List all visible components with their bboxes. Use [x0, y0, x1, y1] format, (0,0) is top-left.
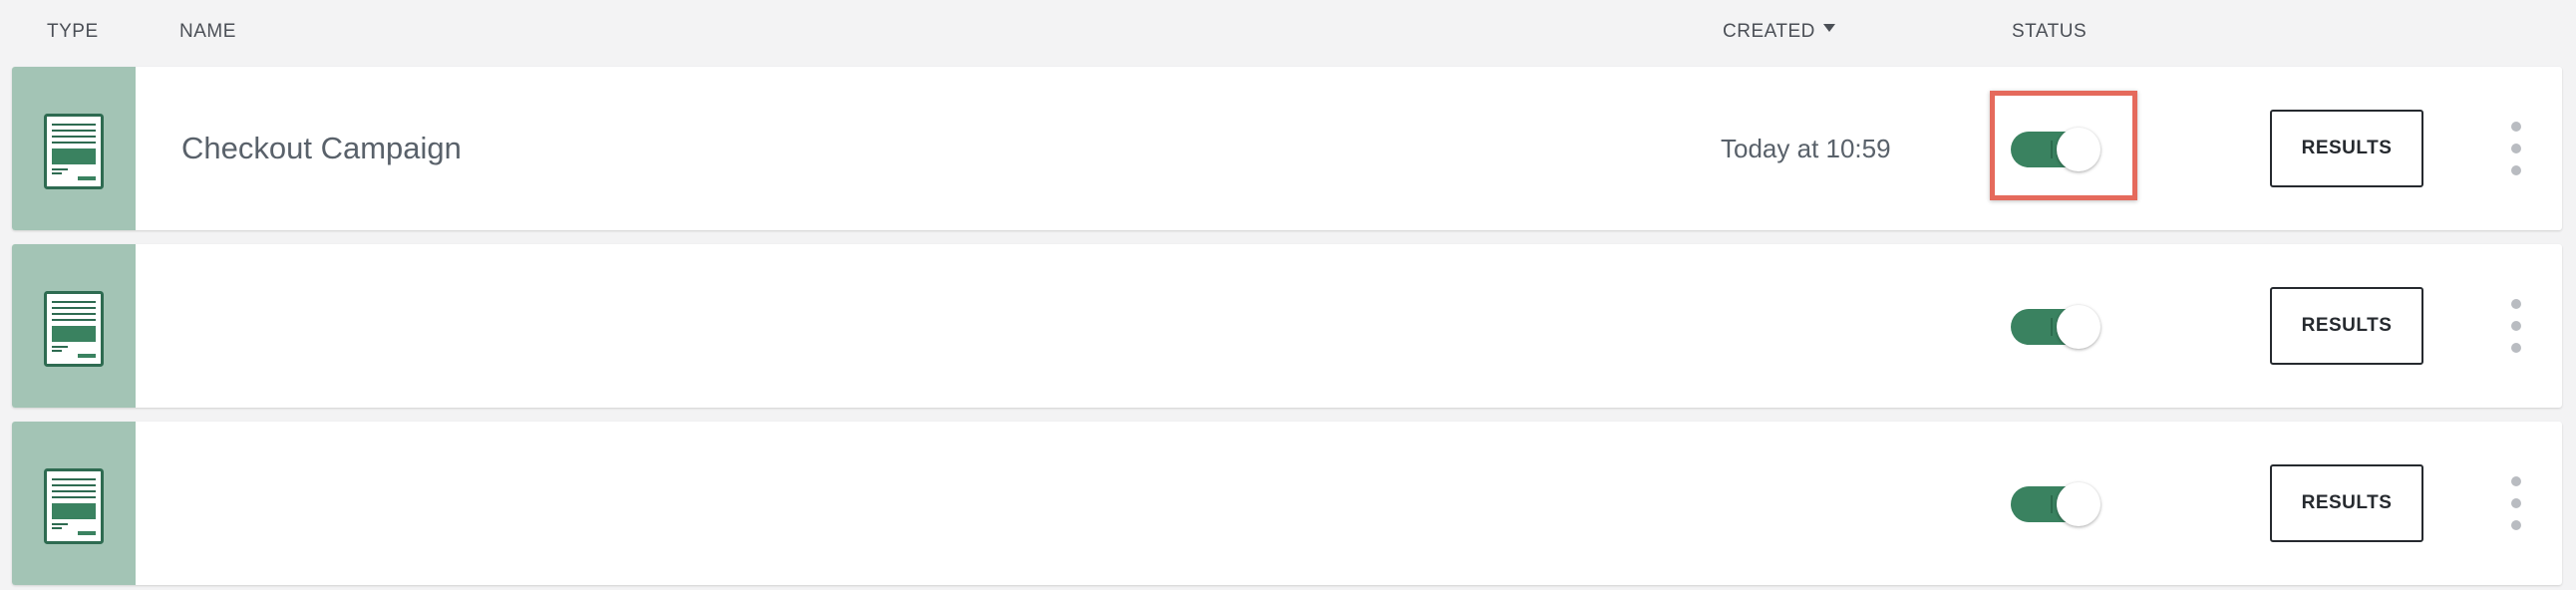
- toggle-on-indicator: [2051, 318, 2053, 336]
- column-header-status: STATUS: [2012, 21, 2088, 42]
- table-row: RESULTS: [12, 244, 2562, 408]
- column-header-created[interactable]: CREATED: [1723, 20, 1835, 44]
- more-vertical-icon[interactable]: [2506, 473, 2526, 533]
- toggle-on-indicator: [2051, 495, 2053, 513]
- results-button[interactable]: RESULTS: [2270, 464, 2423, 542]
- type-thumbnail: [12, 244, 136, 408]
- more-vertical-icon[interactable]: [2506, 296, 2526, 356]
- results-button[interactable]: RESULTS: [2270, 287, 2423, 365]
- results-button[interactable]: RESULTS: [2270, 110, 2423, 187]
- toggle-knob: [2057, 482, 2100, 526]
- campaign-name[interactable]: Checkout Campaign: [181, 131, 462, 166]
- status-toggle[interactable]: [2009, 304, 2102, 350]
- column-header-type: TYPE: [47, 21, 99, 42]
- status-toggle[interactable]: [2009, 481, 2102, 527]
- created-date: Today at 10:59: [1721, 134, 1891, 163]
- highlight-box: [1990, 91, 2137, 200]
- table-row: Checkout Campaign Today at 10:59 RESULTS: [12, 67, 2562, 230]
- form-document-icon: [44, 291, 104, 367]
- sort-desc-icon: [1822, 24, 1835, 32]
- type-thumbnail: [12, 422, 136, 585]
- toggle-knob: [2057, 305, 2100, 349]
- column-header-name: NAME: [179, 21, 236, 42]
- type-thumbnail: [12, 67, 136, 230]
- table-header: TYPE NAME CREATED STATUS: [0, 0, 2576, 66]
- column-header-created-label: CREATED: [1723, 21, 1815, 42]
- table-row: RESULTS: [12, 422, 2562, 585]
- form-document-icon: [44, 468, 104, 544]
- more-vertical-icon[interactable]: [2506, 119, 2526, 178]
- form-document-icon: [44, 114, 104, 189]
